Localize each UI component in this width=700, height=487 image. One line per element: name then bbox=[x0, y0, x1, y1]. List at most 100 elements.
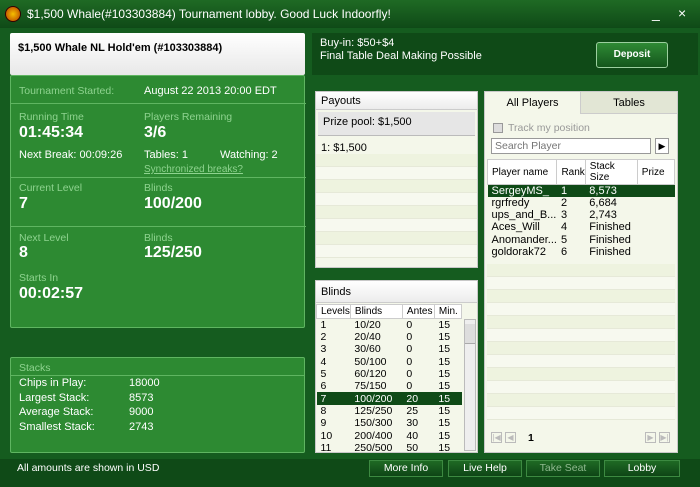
stack-value: 9000 bbox=[129, 406, 154, 418]
current-blinds-label: Blinds bbox=[144, 182, 173, 194]
current-level-label: Current Level bbox=[19, 182, 83, 194]
prev-page-icon[interactable]: ◀ bbox=[505, 432, 516, 443]
blinds-cell: 15 bbox=[438, 417, 451, 430]
divider bbox=[11, 375, 304, 376]
blinds-cell: 0 bbox=[406, 343, 413, 356]
last-page-icon[interactable]: ▶| bbox=[659, 432, 670, 443]
player-row[interactable]: rgrfredy 2 6,684 bbox=[488, 197, 675, 209]
first-page-icon[interactable]: |◀ bbox=[491, 432, 502, 443]
lobby-button[interactable]: Lobby bbox=[604, 460, 680, 477]
blinds-cell: 15 bbox=[438, 429, 451, 442]
blinds-row: 11 250/500 50 15 bbox=[317, 442, 462, 454]
col-header: Prize bbox=[636, 159, 676, 185]
blinds-row: 3 30/60 0 15 bbox=[317, 343, 462, 355]
next-blinds-label: Blinds bbox=[144, 232, 173, 244]
search-go-icon[interactable]: ▶ bbox=[655, 138, 669, 154]
col-header: Min. bbox=[433, 304, 463, 319]
col-header: Levels bbox=[316, 304, 351, 319]
player-row[interactable]: SergeyMS_ 1 8,573 bbox=[487, 184, 675, 198]
blinds-cell: 20 bbox=[406, 392, 419, 405]
tab-tables[interactable]: Tables bbox=[581, 92, 677, 114]
blinds-cell: 11 bbox=[320, 441, 332, 454]
blinds-cell: 100/200 bbox=[354, 392, 393, 405]
payout-stripes bbox=[316, 154, 477, 258]
close-button[interactable]: × bbox=[678, 5, 686, 21]
search-player-input[interactable] bbox=[491, 138, 651, 154]
divider bbox=[11, 103, 306, 104]
blinds-cell: 125/250 bbox=[354, 404, 393, 417]
blinds-cell: 0 bbox=[406, 368, 413, 381]
prize-pool: Prize pool: $1,500 bbox=[318, 112, 475, 136]
blinds-cell: 50 bbox=[406, 441, 419, 454]
players-remaining-label: Players Remaining bbox=[144, 111, 233, 123]
col-header: Antes bbox=[401, 304, 435, 319]
started-value: August 22 2013 20:00 EDT bbox=[144, 85, 277, 97]
take-seat-button[interactable]: Take Seat bbox=[526, 460, 600, 477]
blinds-cell: 15 bbox=[438, 319, 451, 331]
player-cell: Finished bbox=[589, 233, 631, 246]
scroll-thumb[interactable] bbox=[465, 324, 475, 344]
player-cell: rgrfredy bbox=[491, 197, 530, 210]
player-row[interactable]: ups_and_B... 3 2,743 bbox=[488, 209, 675, 221]
blinds-cell: 15 bbox=[438, 404, 451, 417]
blinds-cell: 30/60 bbox=[354, 343, 381, 356]
minimize-button[interactable]: _ bbox=[652, 5, 660, 21]
player-cell bbox=[637, 234, 674, 246]
payouts-panel: Payouts Prize pool: $1,500 1: $1,500 bbox=[315, 91, 478, 268]
stack-value: 2743 bbox=[129, 421, 154, 433]
blinds-cell: 2 bbox=[320, 331, 327, 344]
payouts-title: Payouts bbox=[316, 92, 477, 110]
player-row[interactable]: Aces_Will 4 Finished bbox=[488, 221, 675, 233]
player-cell: 6 bbox=[560, 245, 568, 258]
running-time-value: 01:45:34 bbox=[19, 124, 84, 141]
player-cell bbox=[637, 185, 674, 198]
stack-label: Average Stack: bbox=[19, 406, 94, 418]
blinds-cell: 7 bbox=[320, 392, 327, 405]
player-cell: 1 bbox=[560, 185, 568, 197]
more-info-button[interactable]: More Info bbox=[369, 460, 443, 477]
player-cell bbox=[637, 197, 674, 209]
title-bar: $1,500 Whale(#103303884) Tournament lobb… bbox=[0, 0, 700, 28]
synchronized-breaks-link[interactable]: Synchronized breaks? bbox=[144, 164, 243, 175]
blinds-cell: 9 bbox=[320, 417, 327, 430]
player-cell: 3 bbox=[560, 209, 568, 222]
blinds-cell: 50/100 bbox=[354, 355, 387, 368]
blinds-row: 9 150/300 30 15 bbox=[317, 417, 462, 429]
deposit-button[interactable]: Deposit bbox=[596, 42, 668, 68]
blinds-cell: 6 bbox=[320, 380, 327, 393]
blinds-row: 1 10/20 0 15 bbox=[317, 319, 462, 331]
player-cell: 6,684 bbox=[589, 197, 617, 210]
page-number: 1 bbox=[528, 432, 534, 444]
player-row[interactable]: Anomander... 5 Finished bbox=[488, 234, 675, 246]
blinds-cell: 4 bbox=[320, 355, 327, 368]
player-cell bbox=[637, 246, 674, 258]
stack-value: 18000 bbox=[129, 377, 160, 389]
player-cell: Finished bbox=[589, 245, 631, 258]
blinds-cell: 25 bbox=[406, 404, 419, 417]
watching-count: Watching: 2 bbox=[220, 149, 278, 161]
blinds-cell: 5 bbox=[320, 368, 327, 381]
track-position-checkbox[interactable] bbox=[493, 123, 503, 133]
blinds-row: 2 20/40 0 15 bbox=[317, 331, 462, 343]
blinds-cell: 1 bbox=[320, 319, 327, 331]
blinds-cell: 15 bbox=[438, 343, 451, 356]
next-blinds-value: 125/250 bbox=[144, 244, 202, 261]
blinds-cell: 15 bbox=[438, 441, 451, 454]
players-panel: All Players Tables Track my position ▶ P… bbox=[484, 91, 678, 453]
player-row[interactable]: goldorak72 6 Finished bbox=[488, 246, 675, 258]
col-header: Stack Size bbox=[584, 159, 638, 185]
blinds-cell: 0 bbox=[406, 355, 413, 368]
divider bbox=[11, 226, 306, 227]
player-cell: SergeyMS_ bbox=[491, 185, 549, 197]
col-header: Rank bbox=[556, 159, 586, 185]
blinds-cell: 150/300 bbox=[354, 417, 393, 430]
tab-all-players[interactable]: All Players bbox=[485, 92, 581, 114]
blinds-cell: 15 bbox=[438, 331, 451, 344]
player-cell: 2 bbox=[560, 197, 568, 210]
next-page-icon[interactable]: ▶ bbox=[645, 432, 656, 443]
tables-count: Tables: 1 bbox=[144, 149, 189, 161]
blinds-scrollbar[interactable] bbox=[464, 319, 476, 451]
window-title: $1,500 Whale(#103303884) Tournament lobb… bbox=[27, 7, 391, 21]
blinds-cell: 8 bbox=[320, 404, 327, 417]
live-help-button[interactable]: Live Help bbox=[448, 460, 522, 477]
